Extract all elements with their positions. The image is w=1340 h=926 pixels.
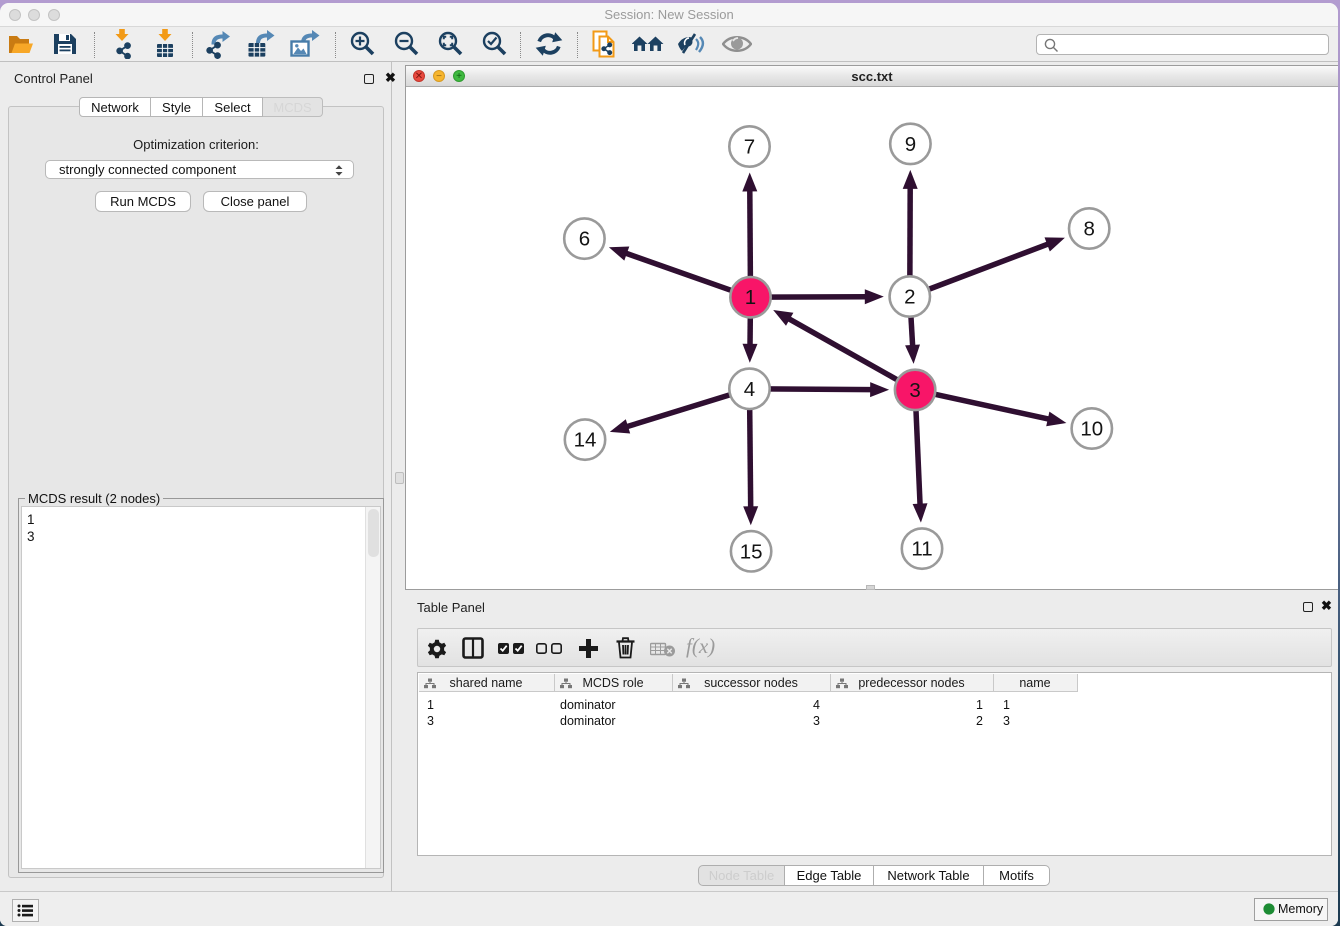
svg-text:7: 7 [744, 136, 755, 159]
svg-text:6: 6 [579, 228, 590, 251]
svg-text:9: 9 [905, 133, 916, 156]
svg-text:3: 3 [909, 379, 920, 402]
svg-text:4: 4 [744, 378, 755, 401]
svg-text:1: 1 [745, 286, 756, 309]
svg-text:15: 15 [740, 540, 763, 563]
svg-text:10: 10 [1080, 418, 1103, 441]
svg-text:14: 14 [574, 429, 597, 452]
svg-text:11: 11 [911, 538, 932, 561]
svg-text:2: 2 [904, 286, 915, 309]
svg-text:8: 8 [1083, 218, 1094, 241]
